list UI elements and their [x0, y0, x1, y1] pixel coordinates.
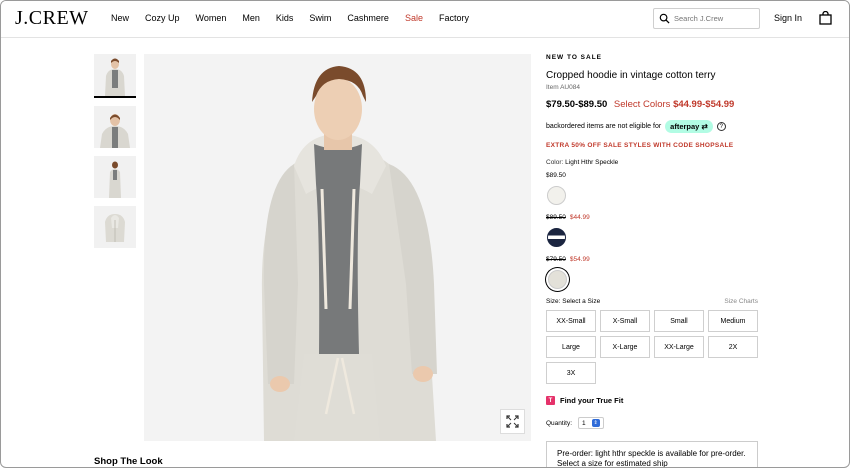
thumbnail-4[interactable]: [94, 206, 136, 248]
browser-frame: J.CREW New Cozy Up Women Men Kids Swim C…: [0, 0, 850, 468]
nav-factory[interactable]: Factory: [439, 13, 469, 23]
color-label-row: Color: Light Hthr Speckle: [546, 159, 761, 166]
chevron-updown-icon: ⇕: [591, 419, 600, 427]
size-x-small[interactable]: X-Small: [600, 310, 650, 332]
swatch-group-3: $79.50 $54.99: [546, 256, 761, 289]
site-header: J.CREW New Cozy Up Women Men Kids Swim C…: [1, 1, 849, 38]
size-large[interactable]: Large: [546, 336, 596, 358]
color-label: Color:: [546, 159, 564, 166]
afterpay-row: backordered items are not eligible for a…: [546, 120, 761, 133]
swatch-price: $79.50 $54.99: [546, 256, 761, 263]
size-label: Size:: [546, 298, 561, 305]
size-xx-small[interactable]: XX-Small: [546, 310, 596, 332]
quantity-label: Quantity:: [546, 419, 573, 427]
quantity-value: 1: [582, 419, 586, 427]
swatch-price-now: $44.99: [569, 214, 590, 221]
help-icon[interactable]: ?: [716, 122, 726, 131]
size-charts-link[interactable]: Size Charts: [724, 298, 758, 305]
swatch-group-2: $89.50 $44.99: [546, 214, 761, 247]
size-value: Select a Size: [562, 298, 601, 305]
price-range: $79.50-$89.50: [546, 99, 608, 110]
nav-sale[interactable]: Sale: [405, 13, 423, 23]
swatch-price-was: $89.50: [546, 214, 566, 221]
shopping-bag-icon[interactable]: [819, 11, 832, 25]
sign-in-link[interactable]: Sign In: [774, 13, 802, 23]
swatch-price-was: $79.50: [546, 256, 566, 263]
nav-new[interactable]: New: [111, 13, 129, 23]
nav-women[interactable]: Women: [196, 13, 227, 23]
thumbnail-2[interactable]: [94, 106, 136, 148]
thumbnail-list: [94, 54, 136, 256]
size-3x[interactable]: 3X: [546, 362, 596, 384]
backorder-note: backordered items are not eligible for: [546, 123, 662, 130]
true-fit-link[interactable]: T Find your True Fit: [546, 396, 623, 405]
search-icon: [659, 13, 670, 24]
expand-image-button[interactable]: [500, 409, 525, 434]
size-small[interactable]: Small: [654, 310, 704, 332]
search-input[interactable]: [674, 14, 754, 23]
product-photo: [144, 54, 531, 441]
jcrew-logo[interactable]: J.CREW: [15, 7, 89, 30]
swatch-price: $89.50: [546, 172, 761, 179]
size-label-row: Size: Select a Size: [546, 298, 600, 305]
price-row: $79.50-$89.50 Select Colors $44.99-$54.9…: [546, 99, 761, 110]
color-swatch-light-hthr-speckle[interactable]: [548, 270, 567, 289]
select-colors-label: Select Colors: [613, 99, 671, 110]
nav-cozy-up[interactable]: Cozy Up: [145, 13, 180, 23]
color-swatch-navy-stripe[interactable]: [547, 228, 566, 247]
swatch-price-now: $89.50: [546, 172, 566, 179]
swatch-price-now: $54.99: [569, 256, 590, 263]
quantity-select[interactable]: 1 ⇕: [578, 417, 604, 429]
preorder-notice: Pre-order: light hthr speckle is availab…: [546, 441, 758, 467]
thumbnail-1[interactable]: [94, 54, 136, 98]
size-xx-large[interactable]: XX-Large: [654, 336, 704, 358]
afterpay-badge[interactable]: afterpay ⇄: [665, 120, 713, 133]
shop-the-look-heading: Shop The Look: [94, 456, 163, 467]
quantity-row: Quantity: 1 ⇕: [546, 417, 604, 429]
true-fit-label: Find your True Fit: [560, 396, 624, 405]
new-to-sale-badge: NEW TO SALE: [546, 54, 603, 61]
swatch-group-1: $89.50: [546, 172, 761, 205]
product-main-image[interactable]: [144, 54, 531, 441]
color-value: Light Hthr Speckle: [565, 159, 619, 166]
size-medium[interactable]: Medium: [708, 310, 758, 332]
afterpay-arrows-icon: ⇄: [701, 122, 708, 131]
thumbnail-3[interactable]: [94, 156, 136, 198]
main-nav: New Cozy Up Women Men Kids Swim Cashmere…: [111, 13, 485, 23]
nav-cashmere[interactable]: Cashmere: [347, 13, 389, 23]
item-number: Item AU084: [546, 84, 580, 91]
color-swatch-ivory[interactable]: [547, 186, 566, 205]
product-title: Cropped hoodie in vintage cotton terry: [546, 70, 716, 81]
search-box[interactable]: [653, 8, 760, 29]
size-header: Size: Select a Size Size Charts: [546, 298, 758, 305]
size-2x[interactable]: 2X: [708, 336, 758, 358]
product-info: NEW TO SALE Cropped hoodie in vintage co…: [546, 54, 761, 298]
afterpay-label: afterpay: [670, 122, 700, 131]
swatch-price: $89.50 $44.99: [546, 214, 761, 221]
nav-men[interactable]: Men: [242, 13, 260, 23]
expand-icon: [506, 415, 519, 428]
true-fit-icon: T: [546, 396, 555, 405]
promo-banner: EXTRA 50% OFF SALE STYLES WITH CODE SHOP…: [546, 142, 734, 149]
size-x-large[interactable]: X-Large: [600, 336, 650, 358]
size-grid: XX-Small X-Small Small Medium Large X-La…: [546, 310, 758, 384]
select-colors-price: $44.99-$54.99: [673, 99, 735, 110]
nav-kids[interactable]: Kids: [276, 13, 294, 23]
nav-swim[interactable]: Swim: [309, 13, 331, 23]
